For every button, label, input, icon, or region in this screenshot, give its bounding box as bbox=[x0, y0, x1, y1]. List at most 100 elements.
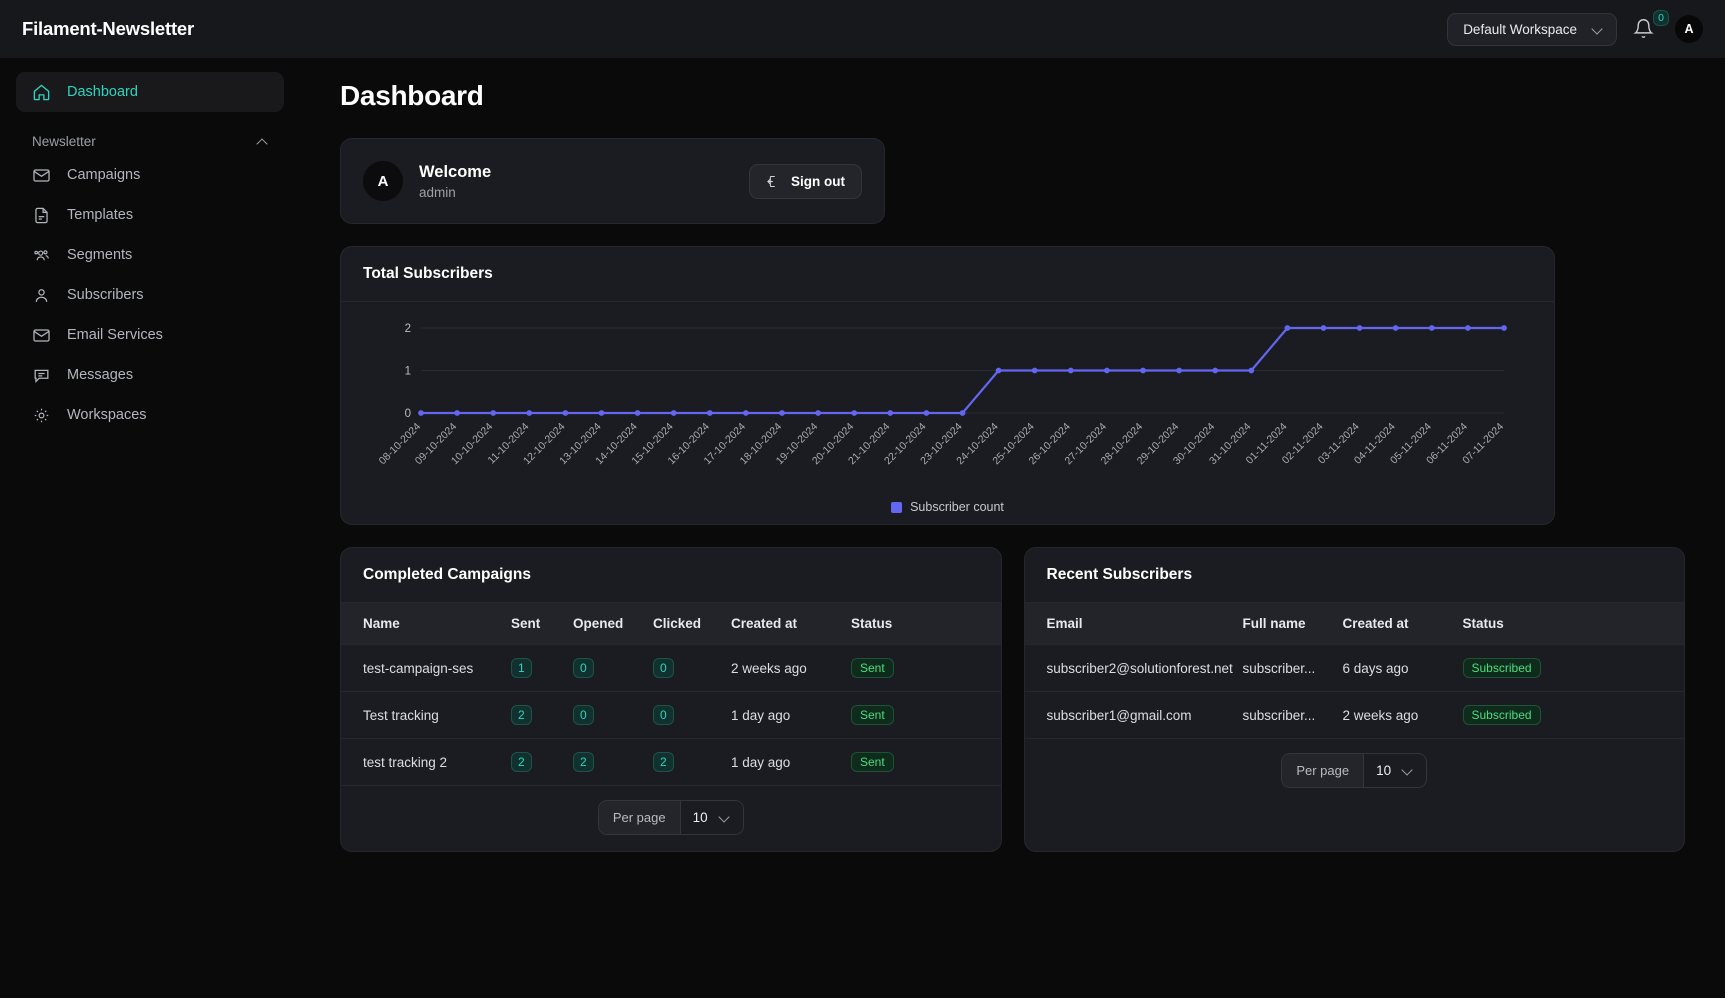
cell-status: Subscribed bbox=[1462, 644, 1684, 692]
status-badge: Sent bbox=[851, 752, 894, 772]
sidebar-item-dashboard[interactable]: Dashboard bbox=[16, 72, 284, 112]
per-page-select[interactable]: 10 bbox=[1363, 754, 1427, 787]
per-page-value: 10 bbox=[1376, 763, 1392, 778]
col-email[interactable]: Email bbox=[1024, 603, 1243, 645]
cell-opened: 0 bbox=[573, 644, 653, 692]
opened-pill: 0 bbox=[573, 705, 594, 725]
sidebar-item-workspaces[interactable]: Workspaces bbox=[16, 395, 284, 435]
campaigns-table-footer: Per page 10 bbox=[341, 785, 1001, 851]
bell-icon bbox=[1633, 19, 1654, 38]
chevron-up-icon[interactable] bbox=[257, 136, 268, 147]
cell-opened: 2 bbox=[573, 738, 653, 785]
sidebar-item-email-services[interactable]: Email Services bbox=[16, 315, 284, 355]
subscribers-per-page[interactable]: Per page 10 bbox=[1281, 753, 1428, 788]
campaigns-table-body: test-campaign-ses 1 0 0 2 weeks ago Sent Test … bbox=[341, 644, 1001, 785]
sidebar-item-label: Messages bbox=[67, 367, 134, 383]
table-row[interactable]: test-campaign-ses 1 0 0 2 weeks ago Sent bbox=[341, 644, 1001, 692]
per-page-value: 10 bbox=[692, 810, 708, 825]
status-badge: Sent bbox=[851, 658, 894, 678]
campaigns-table: Name Sent Opened Clicked Created at Stat… bbox=[341, 603, 1001, 785]
cell-created-at: 1 day ago bbox=[731, 738, 851, 785]
cell-status: Sent bbox=[851, 644, 1001, 692]
welcome-username: admin bbox=[419, 184, 456, 200]
sidebar-item-label: Subscribers bbox=[67, 287, 144, 303]
subscribers-table-body: subscriber2@solutionforest.net subscriber… bbox=[1024, 644, 1684, 738]
per-page-label: Per page bbox=[1282, 754, 1364, 787]
cell-clicked: 0 bbox=[653, 691, 731, 739]
status-badge: Subscribed bbox=[1462, 658, 1541, 678]
gear-icon bbox=[32, 406, 51, 425]
cell-name: test-campaign-ses bbox=[341, 644, 511, 692]
sidebar-item-label: Dashboard bbox=[67, 84, 138, 100]
subscribers-table-head: Email Full name Created at Status bbox=[1024, 603, 1684, 645]
sign-out-button[interactable]: Sign out bbox=[749, 163, 862, 199]
sidebar-item-segments[interactable]: Segments bbox=[16, 235, 284, 275]
sidebar-item-campaigns[interactable]: Campaigns bbox=[16, 155, 284, 195]
col-created-at[interactable]: Created at bbox=[731, 603, 851, 645]
cell-sent: 2 bbox=[511, 738, 573, 785]
cell-created-at: 2 weeks ago bbox=[731, 644, 851, 692]
subscribers-header-row: Email Full name Created at Status bbox=[1024, 603, 1684, 645]
campaigns-header-row: Name Sent Opened Clicked Created at Stat… bbox=[341, 603, 1001, 645]
col-status[interactable]: Status bbox=[1462, 603, 1684, 645]
workspace-selector[interactable]: Default Workspace bbox=[1447, 12, 1617, 46]
chevron-down-icon bbox=[1403, 765, 1414, 776]
chevron-down-icon bbox=[1593, 24, 1604, 35]
col-opened[interactable]: Opened bbox=[573, 603, 653, 645]
opened-pill: 0 bbox=[573, 658, 594, 678]
sidebar-nav-list: Campaigns Templates Segments Subscribers bbox=[16, 155, 284, 435]
table-row[interactable]: test tracking 22221 day ago Sent bbox=[341, 738, 1001, 785]
cell-status: Sent bbox=[851, 691, 1001, 739]
chart-card-title: Total Subscribers bbox=[341, 247, 1554, 302]
notification-badge: 0 bbox=[1653, 10, 1669, 26]
envelope-icon bbox=[32, 326, 51, 345]
user-avatar[interactable]: A bbox=[1675, 15, 1703, 43]
welcome-title: Welcome bbox=[419, 162, 492, 181]
recent-subscribers-card: Recent Subscribers Email Full name Creat… bbox=[1023, 547, 1685, 852]
total-subscribers-card: Total Subscribers 0 1 2 08-10-2024 09-10-202… bbox=[340, 246, 1555, 525]
campaigns-per-page[interactable]: Per page 10 bbox=[597, 800, 744, 835]
campaigns-card-title: Completed Campaigns bbox=[341, 548, 1001, 603]
sidebar-group-newsletter[interactable]: Newsletter bbox=[16, 134, 284, 149]
svg-text:2: 2 bbox=[405, 323, 411, 335]
col-name[interactable]: Name bbox=[341, 603, 511, 645]
opened-pill: 2 bbox=[573, 752, 594, 772]
cell-name: Test tracking bbox=[341, 691, 511, 739]
legend-swatch bbox=[891, 501, 903, 513]
sidebar-item-subscribers[interactable]: Subscribers bbox=[16, 275, 284, 315]
cell-status: Subscribed bbox=[1462, 691, 1684, 738]
sent-pill: 1 bbox=[511, 658, 532, 678]
sidebar-item-messages[interactable]: Messages bbox=[16, 355, 284, 395]
document-icon bbox=[32, 206, 51, 225]
cell-full-name: subscriber... bbox=[1242, 644, 1343, 692]
notifications-button[interactable]: 0 bbox=[1633, 10, 1669, 44]
col-sent[interactable]: Sent bbox=[511, 603, 573, 645]
top-bar: Filament-Newsletter Default Workspace 0 … bbox=[0, 0, 1725, 58]
col-created-at[interactable]: Created at bbox=[1342, 603, 1463, 645]
per-page-select[interactable]: 10 bbox=[679, 801, 743, 834]
cell-email: subscriber2@solutionforest.net bbox=[1024, 644, 1243, 692]
cell-email: subscriber1@gmail.com bbox=[1024, 691, 1243, 738]
sent-pill: 2 bbox=[511, 752, 532, 772]
svg-text:1: 1 bbox=[405, 366, 411, 378]
col-status[interactable]: Status bbox=[851, 603, 1001, 645]
cell-created-at: 2 weeks ago bbox=[1342, 691, 1463, 738]
chart-body: 0 1 2 08-10-2024 09-10-2024 10-10-2024 11-10-2… bbox=[341, 302, 1554, 524]
per-page-label: Per page bbox=[598, 801, 680, 834]
app-brand: Filament-Newsletter bbox=[22, 18, 194, 39]
col-full-name[interactable]: Full name bbox=[1242, 603, 1343, 645]
table-row[interactable]: subscriber1@gmail.com subscriber... 2 week… bbox=[1024, 691, 1684, 738]
table-row[interactable]: subscriber2@solutionforest.net subscriber… bbox=[1024, 644, 1684, 692]
sidebar-item-templates[interactable]: Templates bbox=[16, 195, 284, 235]
subscribers-table-footer: Per page 10 bbox=[1024, 738, 1684, 804]
user-icon bbox=[32, 286, 51, 305]
sidebar: Dashboard Newsletter Campaigns Templates bbox=[0, 58, 300, 998]
sidebar-item-label: Campaigns bbox=[67, 167, 141, 183]
chat-bubble-icon bbox=[32, 366, 51, 385]
table-row[interactable]: Test tracking 2 0 0 1 day ago Sent bbox=[341, 691, 1001, 739]
tables-row: Completed Campaigns Name Sent Opened Cli… bbox=[340, 547, 1685, 852]
cell-clicked: 0 bbox=[653, 644, 731, 692]
sidebar-item-label: Workspaces bbox=[67, 407, 147, 423]
cell-sent: 1 bbox=[511, 644, 573, 692]
col-clicked[interactable]: Clicked bbox=[653, 603, 731, 645]
